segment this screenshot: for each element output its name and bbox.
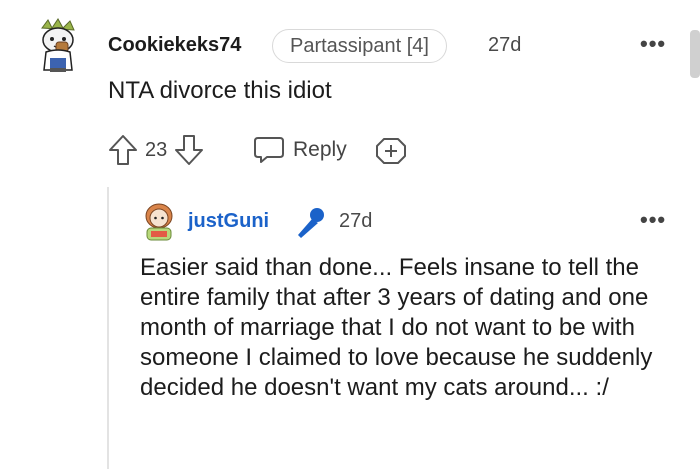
reply-icon: [253, 135, 285, 165]
avatar[interactable]: [34, 18, 84, 76]
upvote-icon[interactable]: [107, 133, 139, 167]
reply-label: Reply: [293, 138, 347, 161]
thread-line[interactable]: [107, 187, 109, 469]
reply-button[interactable]: Reply: [253, 133, 347, 167]
scrollbar[interactable]: [690, 30, 700, 78]
user-flair: Partassipant [4]: [272, 29, 447, 63]
reply-avatar[interactable]: [142, 202, 176, 242]
comment-actions: 23: [107, 133, 205, 167]
reply-body: Easier said than done... Feels insane to…: [140, 254, 653, 401]
vote-count: 23: [145, 138, 168, 161]
reply-username[interactable]: justGuni: [188, 210, 269, 233]
comment-timestamp: 27d: [488, 34, 522, 56]
downvote-icon[interactable]: [173, 133, 205, 167]
comment-username[interactable]: Cookiekeks74: [108, 34, 241, 57]
reply-timestamp: 27d: [339, 210, 373, 232]
award-icon[interactable]: [374, 135, 408, 172]
microphone-icon: [291, 205, 329, 246]
reply-more-options-icon[interactable]: •••: [640, 207, 666, 233]
more-options-icon[interactable]: •••: [640, 31, 666, 57]
comment-body: NTA divorce this idiot: [108, 77, 332, 104]
